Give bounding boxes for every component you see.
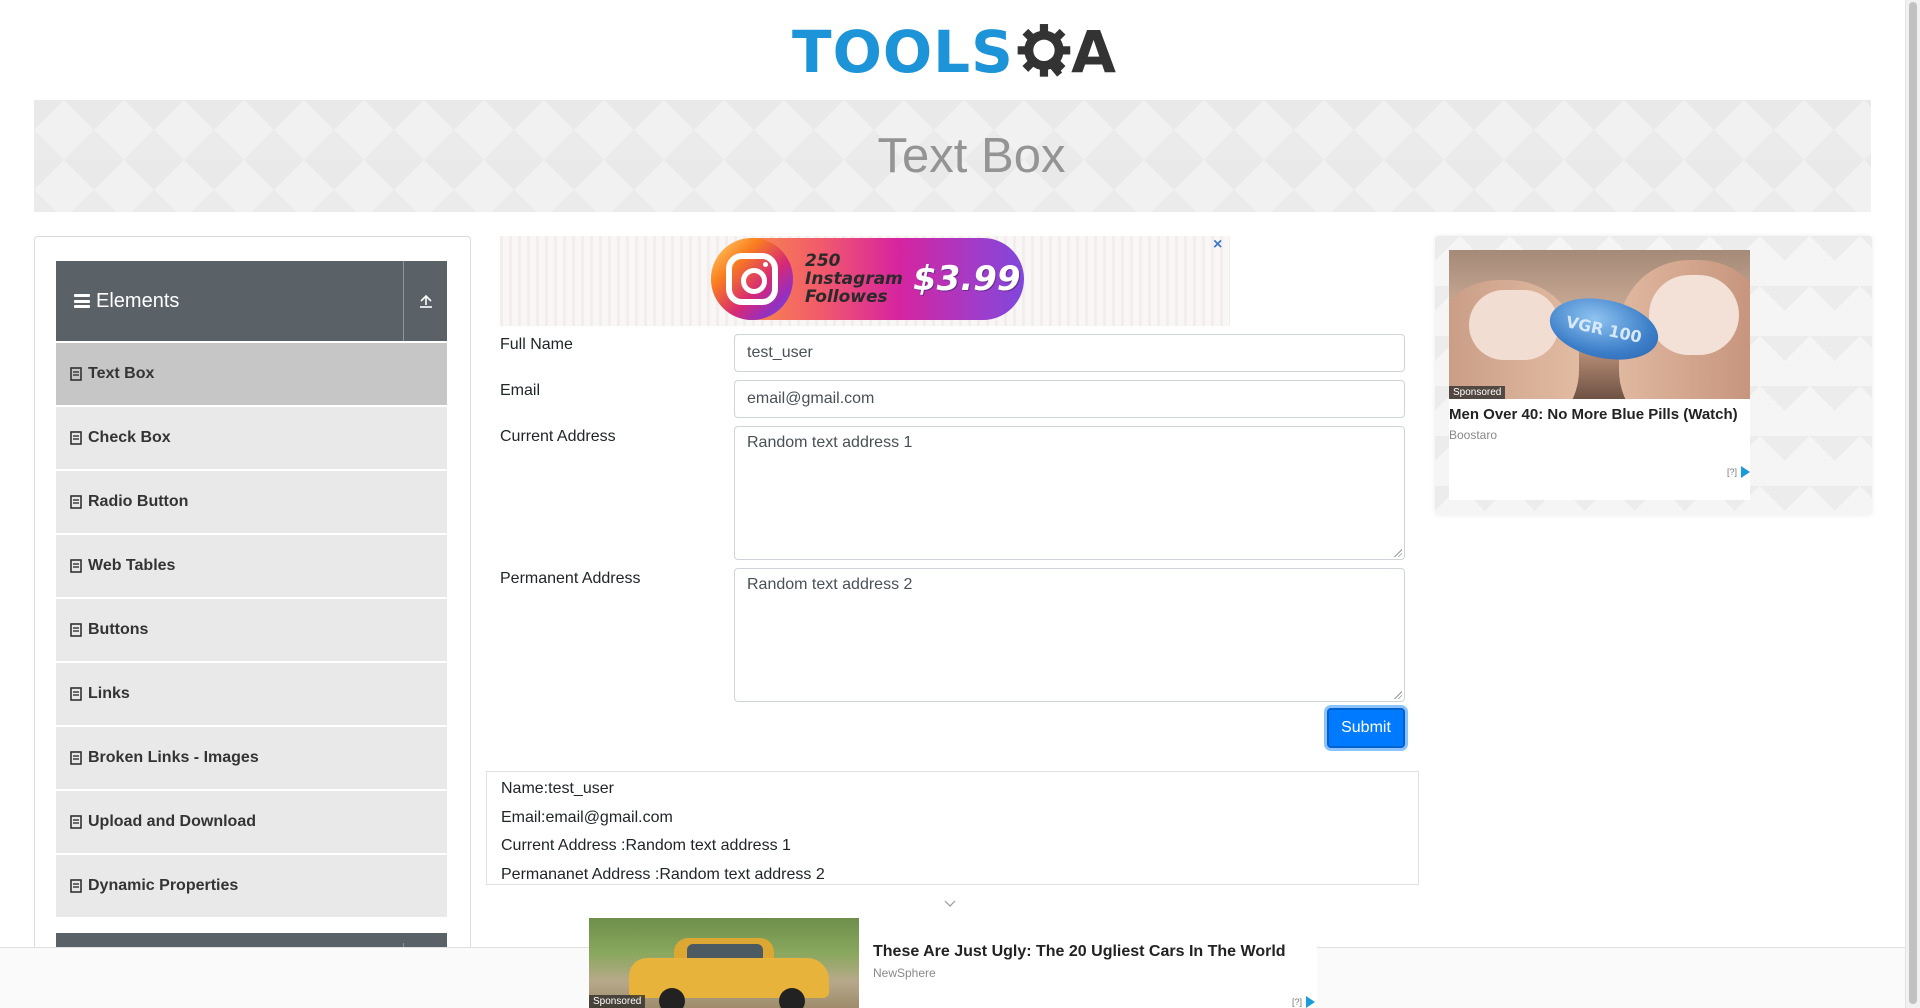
sidebar-item-label: Radio Button	[88, 493, 189, 510]
page: TOOLS A Text Box Elements Text Box Check…	[0, 0, 1920, 1008]
sidebar-item-links[interactable]: Links	[56, 663, 447, 725]
top-ad-banner[interactable]: 250 Instagram Followes $3.99 ×	[500, 236, 1230, 326]
sidebar-item-label: Check Box	[88, 429, 171, 446]
current-address-label: Current Address	[500, 428, 616, 445]
adchoices-icon[interactable]	[1306, 996, 1315, 1008]
sidebar-item-upload-download[interactable]: Upload and Download	[56, 791, 447, 853]
permanent-address-row: Permanent Address Random text address 2	[500, 568, 1405, 703]
sidebar-item-text-box[interactable]: Text Box	[56, 343, 447, 405]
hamburger-icon	[74, 292, 90, 311]
sidebar: Elements Text Box Check Box Radio Button…	[34, 236, 471, 1008]
group-title[interactable]: Elements	[56, 261, 403, 341]
item-icon	[70, 623, 82, 637]
item-icon	[70, 495, 82, 509]
permanent-address-textarea[interactable]: Random text address 2	[734, 568, 1405, 702]
output-email: Email:email@gmail.com	[501, 808, 673, 826]
scrollbar-thumb[interactable]	[1909, 2, 1917, 1004]
item-icon	[70, 367, 82, 381]
toolsqa-logo[interactable]: TOOLS A	[792, 14, 1116, 90]
resize-handle-icon[interactable]	[1394, 691, 1402, 699]
ad-text: 250 Instagram Followes	[805, 251, 903, 307]
bottom-ad-title[interactable]: These Are Just Ugly: The 20 Ugliest Cars…	[873, 943, 1286, 961]
sidebar-item-label: Broken Links - Images	[88, 749, 259, 766]
sponsored-badge: Sponsored	[589, 995, 646, 1008]
output-name: Name:test_user	[501, 780, 614, 797]
logo-suffix: A	[1071, 18, 1116, 86]
ad-price: $3.99	[913, 259, 1021, 299]
item-icon	[70, 815, 82, 829]
sidebar-item-check-box[interactable]: Check Box	[56, 407, 447, 469]
chevron-down-icon[interactable]	[944, 898, 956, 910]
sidebar-item-label: Text Box	[88, 365, 155, 382]
item-icon	[70, 431, 82, 445]
adchoices-icon[interactable]	[1741, 466, 1750, 478]
resize-handle-icon[interactable]	[1394, 549, 1402, 557]
item-icon	[70, 559, 82, 573]
gear-icon	[1017, 24, 1071, 77]
instagram-icon	[711, 238, 793, 320]
adchoices-help[interactable]: [?]	[1727, 467, 1737, 477]
sidebar-item-label: Web Tables	[88, 557, 176, 574]
sidebar-group-elements[interactable]: Elements	[56, 261, 447, 341]
side-ad-source: Boostaro	[1449, 428, 1498, 442]
instagram-ad[interactable]: 250 Instagram Followes $3.99	[711, 238, 1024, 320]
adchoices[interactable]: [?]	[1292, 996, 1315, 1008]
pill-text: VGR 100	[1564, 311, 1644, 347]
adchoices-help[interactable]: [?]	[1292, 997, 1302, 1007]
side-ad-image[interactable]: VGR 100 Sponsored	[1449, 250, 1750, 399]
sidebar-item-broken-links[interactable]: Broken Links - Images	[56, 727, 447, 789]
full-name-label: Full Name	[500, 336, 573, 353]
full-name-value: test_user	[747, 344, 813, 361]
email-row: Email email@gmail.com	[500, 380, 1405, 420]
page-banner: Text Box	[34, 100, 1871, 212]
item-icon	[70, 879, 82, 893]
current-address-row: Current Address Random text address 1	[500, 426, 1405, 561]
sponsored-badge: Sponsored	[1449, 386, 1506, 399]
full-name-input[interactable]: test_user	[734, 334, 1405, 372]
submit-button[interactable]: Submit	[1327, 708, 1405, 748]
sidebar-item-web-tables[interactable]: Web Tables	[56, 535, 447, 597]
sidebar-item-label: Links	[88, 685, 130, 702]
sidebar-item-dynamic-properties[interactable]: Dynamic Properties	[56, 855, 447, 917]
collapse-toggle[interactable]	[403, 261, 447, 341]
sidebar-item-label: Buttons	[88, 621, 149, 638]
group-title-label: Elements	[96, 289, 180, 312]
sidebar-item-radio-button[interactable]: Radio Button	[56, 471, 447, 533]
item-icon	[70, 751, 82, 765]
email-value: email@gmail.com	[747, 390, 875, 407]
current-address-value: Random text address 1	[747, 434, 913, 451]
item-icon	[70, 687, 82, 701]
output-permanent-address: Permananet Address :Random text address …	[501, 865, 825, 883]
permanent-address-value: Random text address 2	[747, 576, 913, 593]
bottom-ad-source: NewSphere	[873, 966, 936, 980]
logo-text: TOOLS	[792, 18, 1014, 86]
side-ad-card[interactable]: VGR 100 Sponsored Men Over 40: No More B…	[1449, 250, 1750, 500]
output-current-address: Current Address :Random text address 1	[501, 837, 791, 854]
bottom-ad[interactable]: Sponsored These Are Just Ugly: The 20 Ug…	[589, 918, 1317, 1008]
adchoices[interactable]: [?]	[1727, 466, 1750, 478]
vertical-scrollbar[interactable]	[1905, 0, 1920, 1008]
page-title: Text Box	[877, 129, 1066, 183]
bottom-ad-image[interactable]: Sponsored	[589, 918, 859, 1008]
email-input[interactable]: email@gmail.com	[734, 380, 1405, 418]
output-box: Name:test_user Email:email@gmail.com Cur…	[486, 771, 1419, 885]
close-icon[interactable]: ×	[1213, 236, 1222, 254]
sidebar-item-buttons[interactable]: Buttons	[56, 599, 447, 661]
sidebar-menu: Text Box Check Box Radio Button Web Tabl…	[56, 343, 447, 919]
sidebar-item-label: Dynamic Properties	[88, 877, 239, 894]
permanent-address-label: Permanent Address	[500, 570, 641, 587]
sidebar-item-label: Upload and Download	[88, 813, 256, 830]
current-address-textarea[interactable]: Random text address 1	[734, 426, 1405, 560]
side-ad: VGR 100 Sponsored Men Over 40: No More B…	[1435, 236, 1872, 515]
side-ad-title[interactable]: Men Over 40: No More Blue Pills (Watch)	[1449, 405, 1750, 425]
email-label: Email	[500, 382, 541, 399]
full-name-row: Full Name test_user	[500, 334, 1405, 374]
collapse-up-icon	[419, 294, 432, 308]
